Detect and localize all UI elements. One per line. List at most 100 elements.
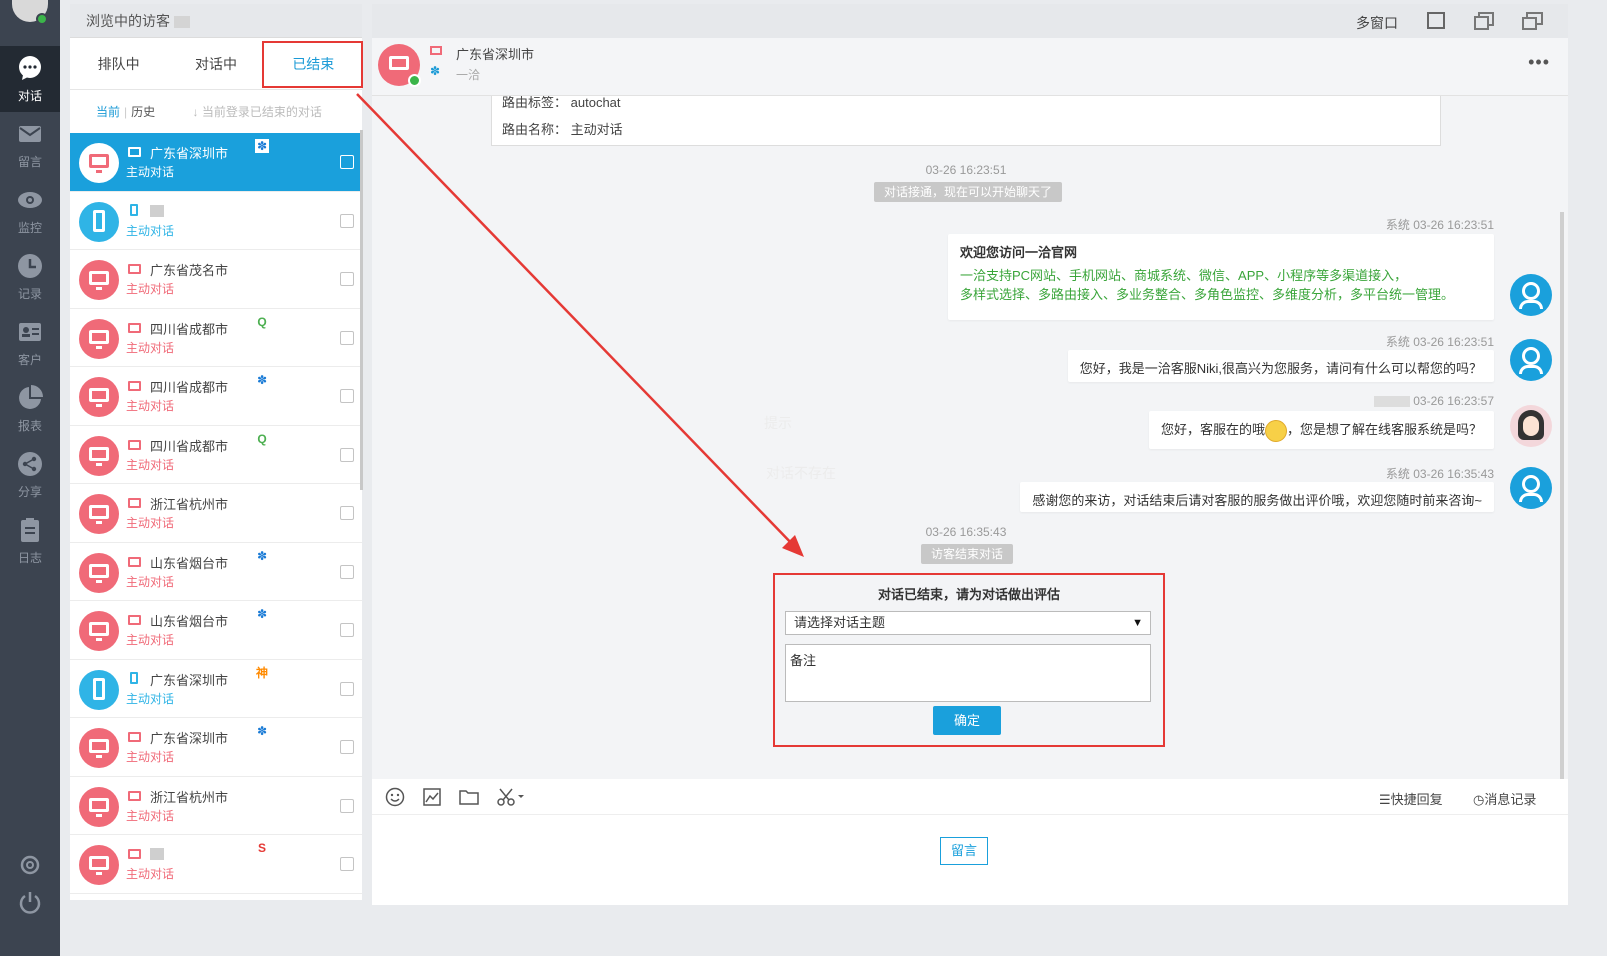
nav-item-monitor[interactable]: 监控: [0, 178, 60, 244]
message-text: 您好，客服在的哦: [1160, 422, 1265, 437]
edit-icon[interactable]: [340, 447, 354, 462]
edit-icon[interactable]: [340, 155, 354, 169]
edit-icon[interactable]: [340, 213, 354, 228]
pc-icon: [128, 498, 141, 508]
route-tag-row: 路由标签： autochat: [502, 96, 621, 111]
edit-icon[interactable]: [340, 681, 354, 696]
single-window-icon[interactable]: [1427, 12, 1445, 29]
multi-window-label[interactable]: 多窗口: [1356, 13, 1398, 33]
power-icon[interactable]: [17, 889, 43, 915]
edit-icon[interactable]: [340, 564, 354, 579]
blurred-location: [150, 848, 164, 860]
message-area: 路由标签： autochat 路由名称： 主动对话 03-26 16:23:51…: [372, 96, 1568, 779]
tab-queued[interactable]: 排队中: [70, 38, 167, 89]
confirm-button[interactable]: 确定: [933, 706, 1001, 735]
nav-item-customers[interactable]: 客户: [0, 310, 60, 376]
route-name-label: 路由名称：: [502, 122, 568, 137]
edit-icon[interactable]: [340, 330, 354, 345]
blurred-count: [173, 16, 190, 29]
visitor-chat-type: 主动对话: [126, 691, 175, 706]
visitor-list-item[interactable]: 浙江省杭州市 主动对话: [70, 777, 362, 835]
nav-item-message[interactable]: 留言: [0, 112, 60, 178]
visitor-avatar[interactable]: [378, 44, 421, 87]
nav-item-share[interactable]: 分享: [0, 442, 60, 508]
visitor-list-item[interactable]: 山东省烟台市 主动对话 ✽: [70, 601, 362, 660]
clock-icon: [18, 253, 42, 278]
edit-icon[interactable]: [340, 798, 354, 813]
edit-icon[interactable]: [340, 857, 354, 871]
user-avatar[interactable]: [12, 0, 48, 25]
nav-item-reports[interactable]: 报表: [0, 376, 60, 442]
subtab-history[interactable]: 历史: [131, 105, 155, 119]
message-bubble: 您好，客服在的哦 ，您是想了解在线客服系统是吗？: [1148, 411, 1494, 449]
nav-item-log[interactable]: 日志: [0, 508, 60, 574]
baidu-source-icon: ✽: [256, 373, 268, 387]
image-icon[interactable]: [422, 787, 442, 807]
visitor-list-item[interactable]: 主动对话 S: [70, 835, 362, 894]
visitor-panel: 浏览中的访客 排队中 对话中 已结束 当前 | 历史 ↓ 当前登录已结束的对话 广东…: [70, 4, 362, 956]
folder-icon[interactable]: [459, 787, 479, 807]
visitor-list-item[interactable]: 广东省深圳市 主动对话 ✽: [70, 133, 362, 192]
visitor-list-item[interactable]: 四川省成都市 主动对话 Q: [70, 309, 362, 367]
nav-label: 留言: [17, 154, 42, 169]
visitor-list-item[interactable]: 浙江省杭州市 主动对话: [70, 484, 362, 543]
visitor-list-item[interactable]: 四川省成都市 主动对话 Q: [70, 426, 362, 484]
visitor-list-item[interactable]: 广东省深圳市 主动对话 神: [70, 660, 362, 718]
visitor-location: 山东省烟台市: [150, 614, 229, 629]
screenshot-scissors-icon[interactable]: [496, 787, 526, 807]
remark-textarea[interactable]: 备注: [785, 644, 1151, 702]
edit-icon[interactable]: [340, 389, 354, 403]
edit-icon[interactable]: [340, 623, 354, 637]
leave-message-button[interactable]: 留言: [940, 837, 988, 865]
message-meta: 系统 03-26 16:23:51: [1385, 218, 1494, 232]
pc-visitor-avatar: [79, 143, 119, 183]
settings-gear-icon[interactable]: [17, 852, 43, 878]
pc-visitor-avatar: [79, 377, 119, 417]
agent-avatar: [1510, 467, 1552, 509]
visitor-panel-title: 浏览中的访客: [86, 13, 170, 29]
visitor-list-item[interactable]: 主动对话: [70, 192, 362, 250]
blurred-location: [150, 204, 164, 217]
edit-icon[interactable]: [340, 740, 354, 754]
route-info-card: 路由标签： autochat 路由名称： 主动对话: [491, 96, 1441, 146]
message-line: 一洽支持PC网站、手机网站、商城系统、微信、APP、小程序等多渠道接入，: [960, 268, 1408, 283]
tab-ended[interactable]: 已结束: [265, 38, 362, 89]
visitor-chat-type: 主动对话: [126, 633, 175, 647]
chat-header: 广东省深圳市 ✽ 一洽 •••: [372, 38, 1568, 96]
route-name-row: 路由名称： 主动对话: [502, 119, 623, 138]
pc-icon: [128, 381, 141, 391]
topic-select[interactable]: 请选择对话主题 ▼: [785, 611, 1151, 635]
tile-window-icon[interactable]: [1521, 11, 1545, 31]
pc-visitor-avatar: [79, 260, 119, 300]
chat-scrollbar[interactable]: [1560, 212, 1564, 780]
message-history-button[interactable]: ◷消息记录: [1473, 789, 1536, 808]
restore-window-icon[interactable]: [1473, 11, 1495, 31]
visitor-list: 广东省深圳市 主动对话 ✽ 主动对话 广东省茂名市 主动对话 四川省成都市 主动对话 Q 四川省成…: [70, 133, 362, 894]
pc-visitor-avatar: [79, 552, 119, 593]
visitor-chat-type: 主动对话: [126, 867, 175, 881]
visitor-chat-type: 主动对话: [126, 282, 175, 296]
nav-item-records[interactable]: 记录: [0, 244, 60, 310]
emoji-icon[interactable]: [385, 787, 405, 807]
nav-label: 报表: [17, 418, 42, 433]
visitor-list-item[interactable]: 山东省烟台市 主动对话 ✽: [70, 543, 362, 601]
nav-label: 记录: [17, 286, 42, 301]
edit-icon[interactable]: [340, 272, 354, 286]
visitor-list-item[interactable]: 四川省成都市 主动对话 ✽: [70, 367, 362, 426]
tab-in-conversation[interactable]: 对话中: [167, 38, 264, 89]
faded-dialog-title: 提示: [764, 415, 792, 431]
subtab-current[interactable]: 当前: [96, 105, 120, 119]
pc-icon: [128, 615, 141, 625]
visitor-location: 四川省成都市: [150, 438, 229, 454]
visitor-list-scrollbar[interactable]: [360, 130, 363, 490]
nav-item-chat[interactable]: 对话: [0, 46, 60, 112]
visitor-list-item[interactable]: 广东省茂名市 主动对话: [70, 250, 362, 309]
more-options-icon[interactable]: •••: [1528, 52, 1550, 73]
message-meta: 系统 03-26 16:35:43: [1385, 467, 1494, 481]
visitor-list-item[interactable]: 广东省深圳市 主动对话 ✽: [70, 718, 362, 777]
chat-bubble-icon: [19, 55, 41, 80]
quick-reply-button[interactable]: ☰快捷回复: [1379, 789, 1443, 808]
pc-icon: [430, 46, 442, 55]
pc-icon: [128, 556, 141, 567]
edit-icon[interactable]: [340, 506, 354, 520]
